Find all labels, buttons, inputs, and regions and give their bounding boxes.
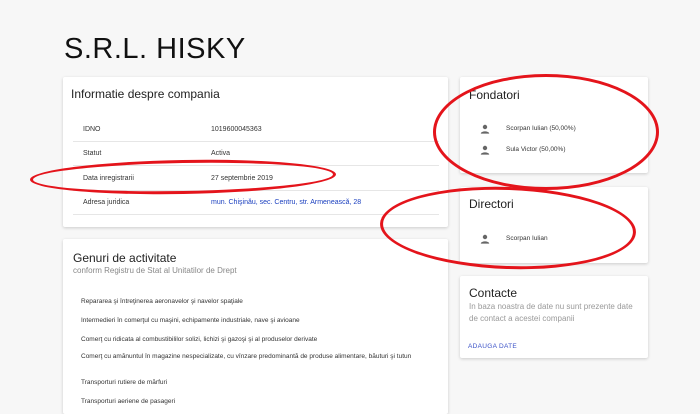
activity-item: Intermedieri în comerţul cu maşini, echi…: [81, 317, 300, 324]
activity-item: Comerţ cu amănuntul în magazine nespecia…: [81, 353, 412, 360]
contacts-title: Contacte: [469, 286, 518, 300]
info-row-idno: IDNO 1019600045363: [73, 117, 439, 142]
activities-card: Genuri de activitate conform Registru de…: [63, 239, 448, 414]
address-link[interactable]: mun. Chişinău, sec. Centru, str. Armenea…: [211, 199, 361, 206]
add-contact-button[interactable]: ADAUGA DATE: [468, 343, 517, 350]
info-value: Activa: [211, 150, 231, 157]
activities-subtitle: conform Registru de Stat al Unitatilor d…: [73, 266, 237, 275]
activity-item: Comerţ cu ridicata al combustibililor so…: [81, 336, 318, 343]
activities-title: Genuri de activitate: [73, 251, 177, 265]
info-label: IDNO: [83, 126, 101, 133]
info-label: Statut: [83, 150, 102, 157]
activity-item: Transporturi rutiere de mărfuri: [81, 379, 168, 386]
activity-item: Repararea şi întreţinerea aeronavelor şi…: [81, 298, 243, 305]
info-value: 1019600045363: [211, 126, 262, 133]
contacts-card: Contacte In baza noastra de date nu sunt…: [460, 276, 648, 358]
page-title: S.R.L. HISKY: [64, 33, 246, 65]
company-info-title: Informatie despre compania: [71, 87, 220, 101]
activity-item: Transporturi aeriene de pasageri: [81, 398, 176, 405]
info-label: Adresa juridica: [83, 199, 130, 206]
contacts-note: In baza noastra de date nu sunt prezente…: [469, 302, 633, 323]
annotation-ellipse-founders: [433, 74, 659, 190]
company-info-card: Informatie despre compania IDNO 10196000…: [63, 77, 448, 227]
